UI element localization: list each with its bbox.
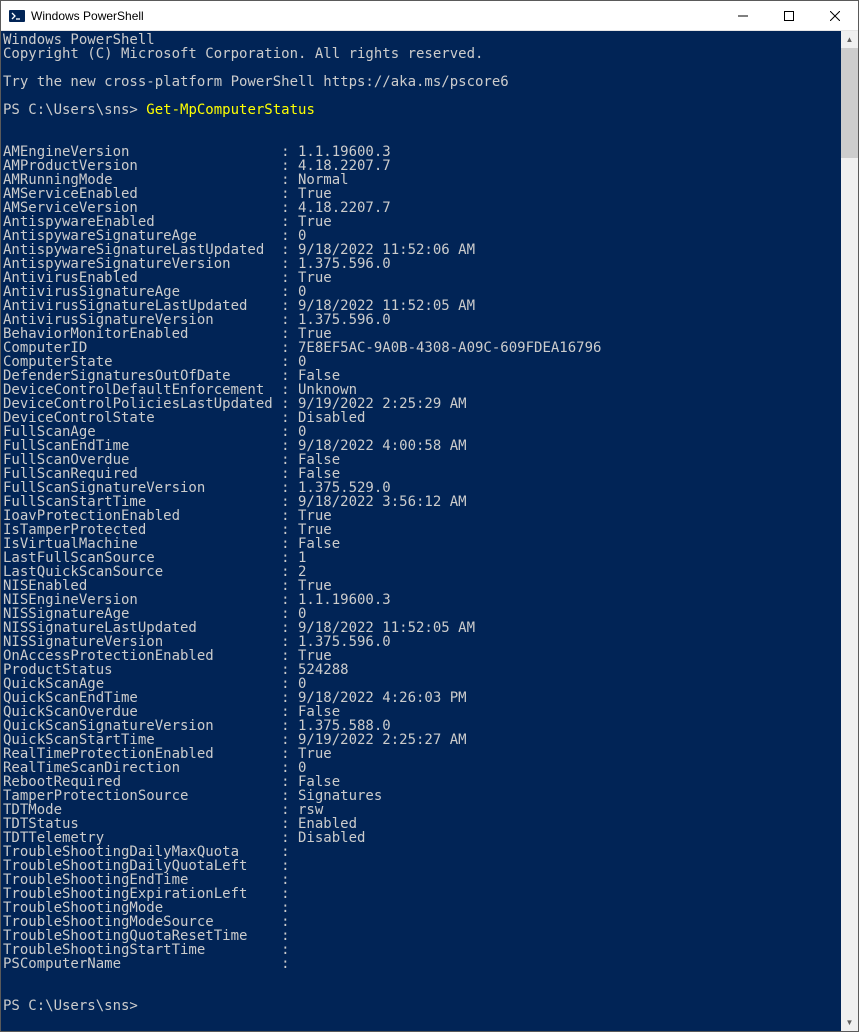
- vertical-scrollbar[interactable]: ▲ ▼: [841, 31, 858, 1031]
- header-tip: Try the new cross-platform PowerShell ht…: [3, 74, 509, 90]
- window-title: Windows PowerShell: [31, 9, 720, 23]
- prompt2-prefix: PS C:\Users\sns>: [3, 998, 146, 1014]
- close-button[interactable]: [812, 1, 858, 30]
- prompt-command: Get-MpComputerStatus: [146, 102, 315, 118]
- maximize-button[interactable]: [766, 1, 812, 30]
- output-rows: AMEngineVersion : 1.1.19600.3 AMProductV…: [3, 144, 601, 972]
- scroll-down-arrow[interactable]: ▼: [841, 1014, 858, 1031]
- prompt-prefix: PS C:\Users\sns>: [3, 102, 146, 118]
- minimize-button[interactable]: [720, 1, 766, 30]
- window-titlebar[interactable]: Windows PowerShell: [1, 1, 858, 31]
- powershell-icon: [9, 8, 25, 24]
- header-line2: Copyright (C) Microsoft Corporation. All…: [3, 46, 483, 62]
- scroll-thumb[interactable]: [841, 48, 858, 158]
- scroll-up-arrow[interactable]: ▲: [841, 31, 858, 48]
- window-controls: [720, 1, 858, 30]
- terminal-output[interactable]: Windows PowerShell Copyright (C) Microso…: [1, 31, 841, 1031]
